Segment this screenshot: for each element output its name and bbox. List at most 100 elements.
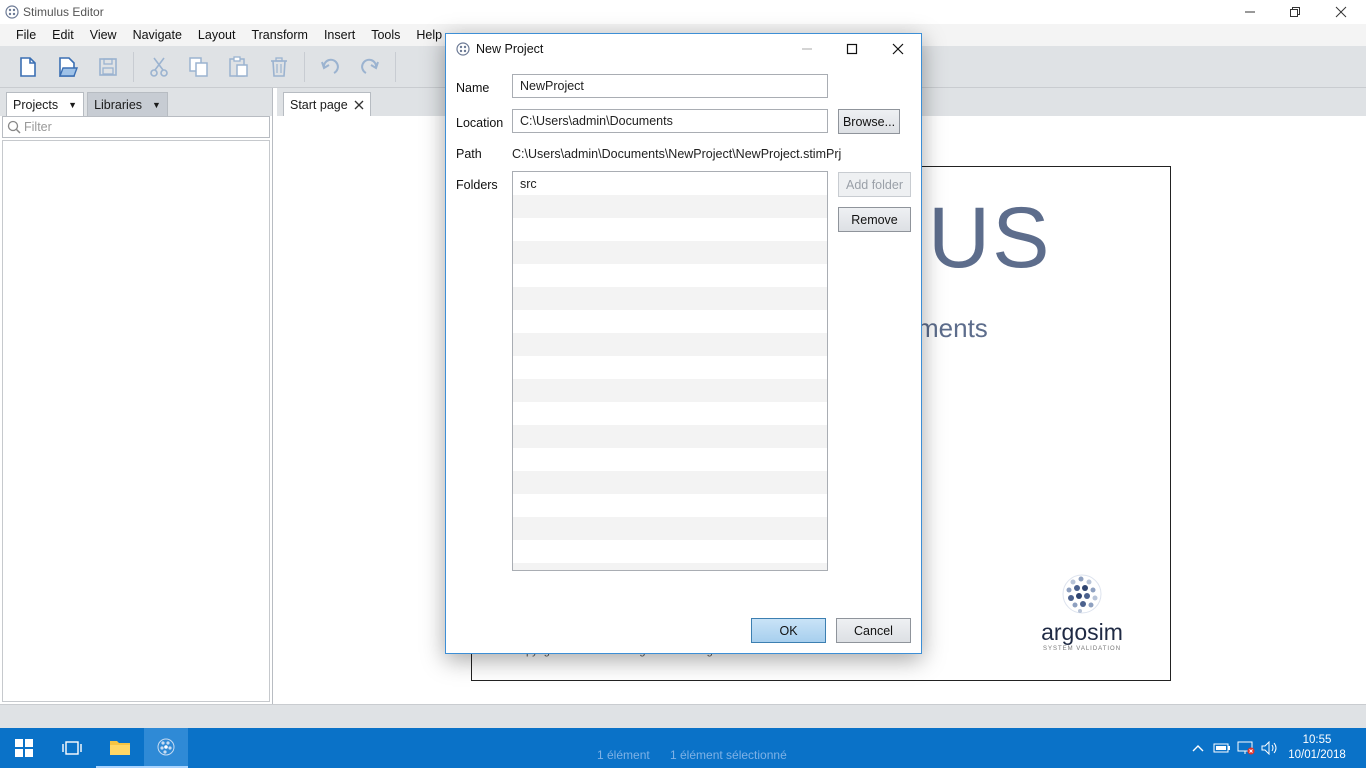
list-row-empty	[513, 563, 827, 570]
dialog-minimize-button[interactable]	[784, 34, 830, 64]
menu-navigate[interactable]: Navigate	[125, 28, 190, 42]
stimulus-logo-icon	[456, 42, 470, 56]
tab-libraries[interactable]: Libraries ▼	[87, 92, 168, 116]
filter-input[interactable]: Filter	[2, 116, 270, 138]
chevron-up-icon	[1192, 745, 1204, 752]
stimulus-logo-icon	[5, 5, 19, 19]
list-row-empty	[513, 287, 827, 310]
cut-button[interactable]	[144, 52, 174, 82]
minimize-button[interactable]	[1227, 0, 1273, 24]
list-row-empty	[513, 494, 827, 517]
list-row-empty	[513, 517, 827, 540]
copy-icon	[189, 56, 208, 77]
list-row-empty	[513, 425, 827, 448]
network-button[interactable]	[1234, 728, 1258, 768]
minimize-icon	[802, 48, 812, 50]
taskbar-clock[interactable]: 10:55 10/01/2018	[1282, 733, 1352, 763]
new-file-icon	[20, 56, 36, 77]
list-row-empty	[513, 241, 827, 264]
add-folder-button[interactable]: Add folder	[838, 172, 911, 197]
menu-insert[interactable]: Insert	[316, 28, 363, 42]
volume-button[interactable]	[1258, 728, 1282, 768]
stimulus-taskbar-button[interactable]	[144, 728, 188, 768]
name-input[interactable]: NewProject	[512, 74, 828, 98]
project-explorer-pane: Projects ▼ Libraries ▼ Filter	[0, 88, 273, 704]
menu-file[interactable]: File	[0, 28, 44, 42]
list-row-empty	[513, 540, 827, 563]
save-icon	[99, 57, 117, 76]
location-label: Location	[456, 116, 504, 130]
left-panel-tabs: Projects ▼ Libraries ▼	[0, 88, 272, 116]
paste-icon	[229, 55, 248, 77]
stimulus-app-icon	[157, 738, 175, 756]
save-button[interactable]	[93, 52, 123, 82]
dialog-title: New Project	[476, 42, 544, 56]
dialog-maximize-button[interactable]	[829, 34, 875, 64]
start-page-subtitle: ments	[917, 313, 988, 343]
copy-button[interactable]	[184, 52, 214, 82]
cancel-button[interactable]: Cancel	[836, 618, 911, 643]
close-window-button[interactable]	[1318, 0, 1364, 24]
window-title: Stimulus Editor	[23, 5, 104, 19]
location-input[interactable]: C:\Users\admin\Documents	[512, 109, 828, 133]
menu-edit[interactable]: Edit	[44, 28, 82, 42]
menu-view[interactable]: View	[82, 28, 125, 42]
chevron-down-icon[interactable]: ▼	[152, 100, 161, 110]
name-label: Name	[456, 81, 490, 95]
open-project-button[interactable]	[53, 52, 83, 82]
close-tab-icon[interactable]	[354, 100, 364, 110]
new-file-button[interactable]	[13, 52, 43, 82]
clock-time: 10:55	[1302, 734, 1332, 746]
toolbar-separator	[304, 51, 305, 82]
menu-help[interactable]: Help	[408, 28, 450, 42]
redo-button[interactable]	[355, 52, 385, 82]
restore-button[interactable]	[1272, 0, 1318, 24]
app-titlebar: Stimulus Editor	[0, 0, 1366, 24]
dialog-close-button[interactable]	[875, 34, 921, 64]
menu-layout[interactable]: Layout	[190, 28, 244, 42]
status-bar	[0, 704, 1366, 728]
paste-button[interactable]	[224, 52, 254, 82]
explorer-status-selected: 1 élément sélectionné	[670, 748, 787, 762]
file-explorer-taskbar-button[interactable]	[96, 728, 144, 768]
tab-start-page-label: Start page	[290, 97, 348, 112]
battery-icon	[1213, 743, 1230, 753]
search-icon	[7, 120, 21, 134]
chevron-down-icon[interactable]: ▼	[68, 100, 77, 110]
maximize-icon	[846, 43, 858, 55]
battery-button[interactable]	[1210, 728, 1234, 768]
menu-transform[interactable]: Transform	[243, 28, 316, 42]
tab-projects[interactable]: Projects ▼	[6, 92, 85, 116]
folder-icon	[110, 741, 130, 755]
tab-start-page[interactable]: Start page	[283, 92, 371, 116]
list-row-empty	[513, 218, 827, 241]
cut-icon	[150, 57, 168, 77]
argosim-logo-text: argosim	[1041, 619, 1123, 645]
list-row-empty	[513, 195, 827, 218]
argosim-sphere-icon	[1062, 574, 1102, 614]
folder-list-item[interactable]: src	[513, 172, 827, 195]
folders-list[interactable]: src	[512, 171, 828, 571]
path-label: Path	[456, 147, 482, 161]
list-row-empty	[513, 264, 827, 287]
task-view-icon	[62, 741, 82, 755]
tab-libraries-label: Libraries	[94, 97, 143, 112]
show-hidden-icons-button[interactable]	[1186, 728, 1210, 768]
start-button[interactable]	[0, 728, 48, 768]
browse-button[interactable]: Browse...	[838, 109, 900, 134]
undo-button[interactable]	[315, 52, 345, 82]
windows-taskbar: 1 élément 1 élément sélectionné 10:55 10…	[0, 728, 1366, 768]
clock-date: 10/01/2018	[1288, 749, 1346, 761]
task-view-button[interactable]	[48, 728, 96, 768]
project-tree[interactable]	[2, 140, 270, 702]
delete-button[interactable]	[264, 52, 294, 82]
volume-icon	[1261, 741, 1277, 755]
close-icon	[1335, 6, 1347, 18]
menu-tools[interactable]: Tools	[363, 28, 408, 42]
system-tray: 10:55 10/01/2018	[1186, 728, 1366, 768]
remove-folder-button[interactable]: Remove	[838, 207, 911, 232]
ok-button[interactable]: OK	[751, 618, 826, 643]
minimize-icon	[1245, 11, 1255, 13]
list-row-empty	[513, 356, 827, 379]
filter-placeholder: Filter	[24, 120, 52, 134]
